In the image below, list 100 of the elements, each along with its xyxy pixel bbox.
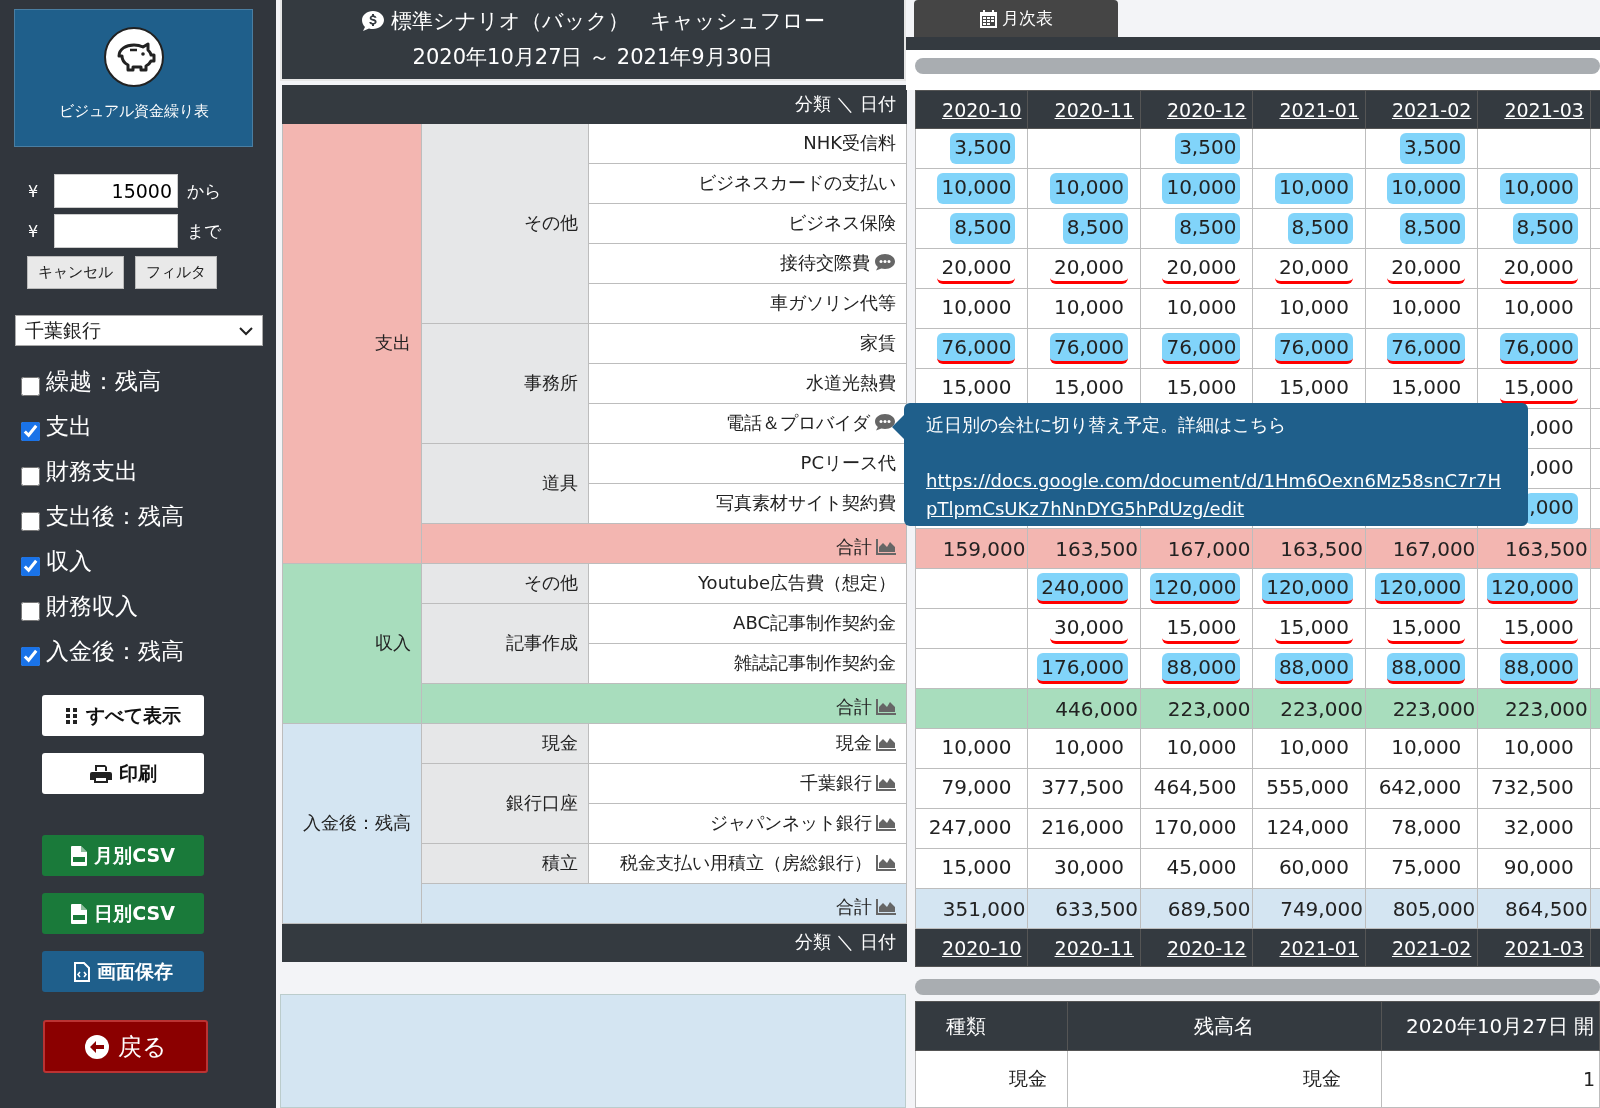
- action-button[interactable]: 月別CSV: [42, 835, 204, 876]
- total-cell: 633,500: [1027, 888, 1141, 929]
- date-link[interactable]: 2021-02: [1391, 936, 1472, 959]
- date-link[interactable]: 2021-01: [1279, 936, 1359, 959]
- currency-label: ¥: [28, 221, 40, 241]
- checkbox-label: 財務支出: [46, 457, 138, 486]
- csv-file-icon: [71, 845, 88, 866]
- amount: 20,000: [1162, 253, 1241, 284]
- date-link[interactable]: 2020-12: [1167, 98, 1247, 121]
- account-select[interactable]: 千葉銀行: [15, 315, 263, 346]
- checkbox[interactable]: [21, 647, 40, 666]
- amount-badge: 176,000: [1037, 653, 1128, 684]
- date-link[interactable]: 2020-11: [1054, 936, 1134, 959]
- document-link[interactable]: https://docs.google.com/document/d/1Hm6Oexn6Mz58snC7r7HpTlpmCsUKz7hNnDYG5hPdUzg/edit: [926, 467, 1506, 523]
- amount-badge: 88,000: [1499, 653, 1578, 684]
- amount: 10,000: [1502, 734, 1575, 761]
- amount: 20,000: [1387, 253, 1466, 284]
- row-label: 千葉銀行: [800, 772, 872, 794]
- amount-badge: 8,500: [1287, 213, 1353, 244]
- amount: 10,000: [1052, 294, 1125, 321]
- action-button[interactable]: 日別CSV: [42, 893, 204, 934]
- logo-card[interactable]: ビジュアル資金繰り表: [14, 9, 253, 147]
- amount: 15,000: [1274, 613, 1353, 644]
- amount: ,000: [1528, 454, 1575, 481]
- total-cell: 159,000: [915, 528, 1028, 569]
- amount: 20,000: [1499, 253, 1578, 284]
- amount-badge: 8,500: [1400, 213, 1466, 244]
- comment-icon: [874, 413, 896, 432]
- amount: 30,000: [1049, 613, 1128, 644]
- code-file-icon: [73, 961, 90, 982]
- calendar-icon: [979, 9, 997, 28]
- row-label: NHK受信料: [803, 132, 896, 154]
- filter-button[interactable]: キャンセル: [27, 256, 124, 289]
- total-cell: 163,500: [1477, 528, 1591, 569]
- checkbox[interactable]: [21, 467, 40, 486]
- date-link[interactable]: 2021-03: [1504, 98, 1584, 121]
- checkbox-label: 支出: [46, 412, 92, 441]
- amount-badge: 240,000: [1037, 573, 1128, 604]
- date-link[interactable]: 2021-02: [1391, 98, 1472, 121]
- checkbox[interactable]: [21, 557, 40, 576]
- amount: 10,000: [1165, 294, 1238, 321]
- amount: 124,000: [1265, 814, 1350, 841]
- amount-badge: 10,000: [1499, 173, 1578, 204]
- amount-badge: 10,000: [1162, 173, 1241, 204]
- amount-field[interactable]: 15000: [54, 174, 178, 208]
- chevron-down-icon: [239, 325, 253, 336]
- amount-badge: 88,000: [1387, 653, 1466, 684]
- group-cell: その他: [421, 123, 589, 324]
- total-cell: 223,000: [1365, 688, 1478, 729]
- amount: 15,000: [940, 854, 1013, 881]
- checkbox[interactable]: [21, 377, 40, 396]
- amount: 555,000: [1265, 774, 1350, 801]
- amount-badge: 120,000: [1149, 573, 1241, 604]
- amount: 170,000: [1152, 814, 1238, 841]
- date-link[interactable]: 2020-10: [942, 98, 1022, 121]
- amount: 15,000: [940, 374, 1013, 401]
- section-cell: 収入: [282, 563, 422, 724]
- app-title: ビジュアル資金繰り表: [58, 102, 209, 121]
- date-link[interactable]: 2021-01: [1279, 98, 1359, 121]
- action-button[interactable]: すべて表示: [42, 695, 204, 736]
- amount-badge: 8,500: [1175, 213, 1241, 244]
- date-link[interactable]: 2020-10: [942, 936, 1022, 959]
- area-chart-icon: [876, 898, 896, 915]
- filter-button[interactable]: フィルタ: [135, 256, 217, 289]
- row-label: 車ガソリン代等: [770, 292, 896, 314]
- date-link[interactable]: 2020-12: [1167, 936, 1247, 959]
- total-cell: 351,000: [915, 888, 1028, 929]
- amount: 20,000: [1274, 253, 1353, 284]
- column-header: 残高名: [1067, 1001, 1382, 1051]
- amount-badge: 76,000: [1274, 333, 1353, 364]
- amount: 732,500: [1490, 774, 1575, 801]
- checkbox[interactable]: [21, 422, 40, 441]
- amount: 78,000: [1390, 814, 1463, 841]
- area-chart-icon: [876, 698, 896, 715]
- action-button[interactable]: 印刷: [42, 753, 204, 794]
- checkbox[interactable]: [21, 602, 40, 621]
- amount-badge: 10,000: [1274, 173, 1353, 204]
- amount-badge: 8,500: [1062, 213, 1128, 244]
- checkbox[interactable]: [21, 512, 40, 531]
- amount-badge: 88,000: [1162, 653, 1241, 684]
- total-cell: 805,000: [1365, 888, 1478, 929]
- amount-badge: 8,500: [950, 213, 1016, 244]
- date-link[interactable]: 2020-11: [1054, 98, 1134, 121]
- section-cell: 入金後：残高: [282, 723, 422, 924]
- checkbox-label: 支出後：残高: [46, 502, 184, 531]
- amount: 20,000: [937, 253, 1016, 284]
- amount-field[interactable]: [54, 214, 178, 248]
- amount: 15,000: [1499, 613, 1578, 644]
- action-button[interactable]: 画面保存: [42, 951, 204, 992]
- scrollbar[interactable]: [915, 58, 1600, 74]
- row-label: 電話＆プロバイダ: [726, 412, 870, 434]
- scrollbar[interactable]: [915, 979, 1600, 995]
- back-button[interactable]: 戻る: [43, 1020, 208, 1073]
- amount: 10,000: [1502, 294, 1575, 321]
- tab[interactable]: 月次表: [914, 0, 1118, 37]
- date-link[interactable]: 2021-03: [1504, 936, 1584, 959]
- printer-icon: [89, 763, 112, 784]
- amount: 464,500: [1152, 774, 1238, 801]
- csv-file-icon: [71, 903, 88, 924]
- row-label: Youtube広告費（想定）: [698, 572, 896, 594]
